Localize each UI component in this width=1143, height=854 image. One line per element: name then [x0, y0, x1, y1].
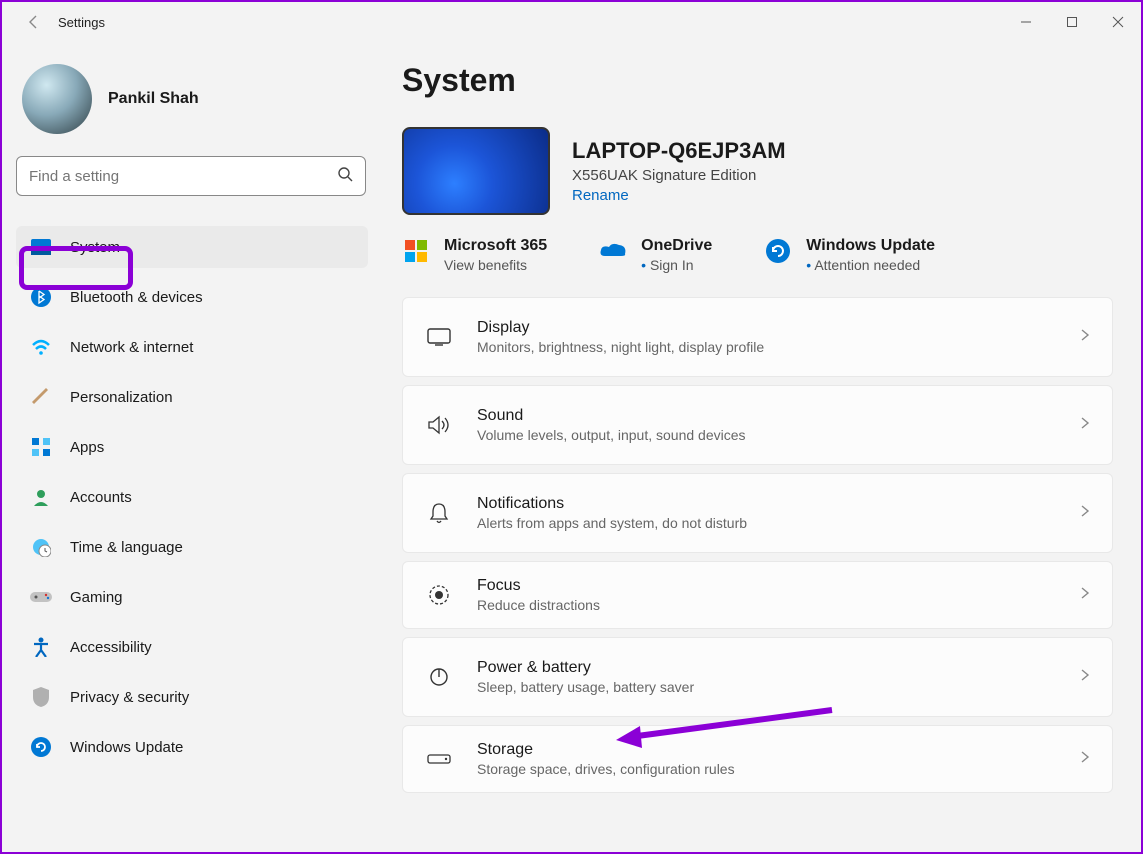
card-sub: Volume levels, output, input, sound devi… — [477, 427, 1056, 443]
nav-label: Accessibility — [70, 639, 152, 656]
nav-item-accounts[interactable]: Accounts — [16, 476, 368, 518]
avatar — [22, 64, 92, 134]
power-icon — [425, 663, 453, 691]
nav-item-bluetooth[interactable]: Bluetooth & devices — [16, 276, 368, 318]
settings-cards: Display Monitors, brightness, night ligh… — [402, 297, 1113, 793]
nav-label: Time & language — [70, 539, 183, 556]
nav-label: Gaming — [70, 589, 123, 606]
sidebar: Pankil Shah System Bluetooth & devices N… — [2, 42, 382, 852]
rename-link[interactable]: Rename — [572, 187, 786, 204]
search-input[interactable] — [29, 168, 337, 185]
card-title: Sound — [477, 407, 1056, 425]
app-title: Settings — [58, 15, 105, 30]
gamepad-icon — [30, 586, 52, 608]
card-sub: Monitors, brightness, night light, displ… — [477, 339, 1056, 355]
nav-item-network[interactable]: Network & internet — [16, 326, 368, 368]
nav-label: Accounts — [70, 489, 132, 506]
bluetooth-icon — [30, 286, 52, 308]
quick-title: Windows Update — [806, 237, 935, 255]
nav-item-apps[interactable]: Apps — [16, 426, 368, 468]
chevron-right-icon — [1080, 504, 1090, 523]
main-content: System LAPTOP-Q6EJP3AM X556UAK Signature… — [382, 42, 1141, 852]
card-sub: Alerts from apps and system, do not dist… — [477, 515, 1056, 531]
person-icon — [30, 486, 52, 508]
device-model: X556UAK Signature Edition — [572, 167, 786, 184]
quick-sub: Attention needed — [806, 257, 935, 273]
card-storage[interactable]: Storage Storage space, drives, configura… — [402, 725, 1113, 793]
quick-item-onedrive[interactable]: OneDrive Sign In — [599, 237, 712, 273]
profile-block[interactable]: Pankil Shah — [16, 54, 368, 156]
card-sub: Storage space, drives, configuration rul… — [477, 761, 1056, 777]
card-notifications[interactable]: Notifications Alerts from apps and syste… — [402, 473, 1113, 553]
card-title: Focus — [477, 577, 1056, 595]
nav-label: System — [70, 239, 120, 256]
card-sub: Reduce distractions — [477, 597, 1056, 613]
nav-label: Personalization — [70, 389, 173, 406]
minimize-button[interactable] — [1003, 2, 1049, 42]
globe-clock-icon — [30, 536, 52, 558]
bell-icon — [425, 499, 453, 527]
card-focus[interactable]: Focus Reduce distractions — [402, 561, 1113, 629]
close-button[interactable] — [1095, 2, 1141, 42]
titlebar: Settings — [2, 2, 1141, 42]
chevron-right-icon — [1080, 668, 1090, 687]
nav-item-privacy[interactable]: Privacy & security — [16, 676, 368, 718]
update-icon — [30, 736, 52, 758]
maximize-button[interactable] — [1049, 2, 1095, 42]
windows-update-icon — [764, 237, 792, 265]
card-title: Power & battery — [477, 659, 1056, 677]
microsoft-365-icon — [402, 237, 430, 265]
card-sound[interactable]: Sound Volume levels, output, input, soun… — [402, 385, 1113, 465]
quick-title: OneDrive — [641, 237, 712, 255]
nav-item-update[interactable]: Windows Update — [16, 726, 368, 768]
sound-icon — [425, 411, 453, 439]
shield-icon — [30, 686, 52, 708]
chevron-right-icon — [1080, 586, 1090, 605]
profile-name: Pankil Shah — [108, 90, 199, 108]
nav-item-time[interactable]: Time & language — [16, 526, 368, 568]
nav-item-gaming[interactable]: Gaming — [16, 576, 368, 618]
quick-title: Microsoft 365 — [444, 237, 547, 255]
quick-sub: Sign In — [641, 257, 712, 273]
accessibility-icon — [30, 636, 52, 658]
card-power[interactable]: Power & battery Sleep, battery usage, ba… — [402, 637, 1113, 717]
card-title: Notifications — [477, 495, 1056, 513]
chevron-right-icon — [1080, 750, 1090, 769]
nav-item-personalization[interactable]: Personalization — [16, 376, 368, 418]
nav-label: Privacy & security — [70, 689, 189, 706]
card-title: Storage — [477, 741, 1056, 759]
display-icon — [425, 323, 453, 351]
nav-item-accessibility[interactable]: Accessibility — [16, 626, 368, 668]
nav-label: Windows Update — [70, 739, 183, 756]
search-box[interactable] — [16, 156, 366, 196]
wifi-icon — [30, 336, 52, 358]
page-title: System — [402, 62, 1113, 99]
card-title: Display — [477, 319, 1056, 337]
nav-label: Apps — [70, 439, 104, 456]
search-icon — [337, 166, 353, 187]
chevron-right-icon — [1080, 416, 1090, 435]
device-name: LAPTOP-Q6EJP3AM — [572, 138, 786, 164]
apps-icon — [30, 436, 52, 458]
focus-icon — [425, 581, 453, 609]
quick-status-row: Microsoft 365 View benefits OneDrive Sig… — [402, 237, 1113, 273]
quick-item-m365[interactable]: Microsoft 365 View benefits — [402, 237, 547, 273]
quick-sub: View benefits — [444, 257, 547, 273]
nav-label: Network & internet — [70, 339, 193, 356]
storage-icon — [425, 745, 453, 773]
nav-item-system[interactable]: System — [16, 226, 368, 268]
onedrive-icon — [599, 237, 627, 265]
nav-label: Bluetooth & devices — [70, 289, 203, 306]
card-display[interactable]: Display Monitors, brightness, night ligh… — [402, 297, 1113, 377]
back-button[interactable] — [10, 2, 58, 42]
brush-icon — [30, 386, 52, 408]
wallpaper-thumbnail[interactable] — [402, 127, 550, 215]
system-icon — [30, 236, 52, 258]
device-block: LAPTOP-Q6EJP3AM X556UAK Signature Editio… — [402, 127, 1113, 215]
card-sub: Sleep, battery usage, battery saver — [477, 679, 1056, 695]
nav: System Bluetooth & devices Network & int… — [16, 226, 368, 776]
chevron-right-icon — [1080, 328, 1090, 347]
quick-item-update[interactable]: Windows Update Attention needed — [764, 237, 935, 273]
